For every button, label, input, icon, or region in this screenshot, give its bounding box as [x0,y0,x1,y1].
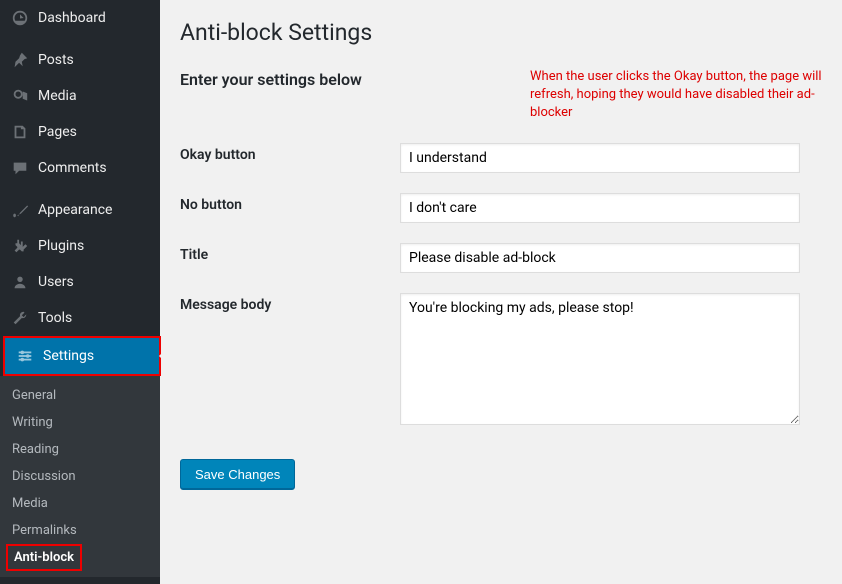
comments-icon [10,158,30,178]
page-content: Anti-block Settings Enter your settings … [160,0,842,584]
sidebar-item-media[interactable]: Media [0,78,160,114]
submenu-item-media[interactable]: Media [0,490,160,517]
sidebar-item-tools[interactable]: Tools [0,300,160,336]
pin-icon [10,50,30,70]
sidebar-item-pages[interactable]: Pages [0,114,160,150]
sidebar-item-comments[interactable]: Comments [0,150,160,186]
help-note: When the user clicks the Okay button, th… [530,68,822,123]
save-changes-button[interactable]: Save Changes [180,459,295,490]
media-icon [10,86,30,106]
sidebar-label: Media [38,88,77,104]
title-input[interactable] [400,243,800,273]
message-body-label: Message body [180,293,400,313]
sidebar-item-posts[interactable]: Posts [0,42,160,78]
page-subtitle: Enter your settings below [180,70,530,89]
page-title: Anti-block Settings [180,10,822,50]
title-field-label: Title [180,243,400,263]
sidebar-label: Plugins [38,238,84,254]
sidebar-item-dashboard[interactable]: Dashboard [0,0,160,36]
sidebar-label: Posts [38,52,74,68]
sidebar-item-appearance[interactable]: Appearance [0,192,160,228]
admin-sidebar: Dashboard Posts Media Pages Comments App… [0,0,160,584]
pages-icon [10,122,30,142]
sidebar-label: Dashboard [38,10,106,26]
settings-submenu: General Writing Reading Discussion Media… [0,376,160,577]
okay-button-label: Okay button [180,143,400,163]
submenu-item-reading[interactable]: Reading [0,436,160,463]
plugin-icon [10,236,30,256]
okay-button-input[interactable] [400,143,800,173]
brush-icon [10,200,30,220]
sidebar-item-plugins[interactable]: Plugins [0,228,160,264]
dashboard-icon [10,8,30,28]
submenu-item-writing[interactable]: Writing [0,409,160,436]
submenu-item-permalinks[interactable]: Permalinks [0,517,160,544]
wrench-icon [10,308,30,328]
message-body-textarea[interactable] [400,293,800,425]
submenu-item-general[interactable]: General [0,382,160,409]
sidebar-label: Tools [38,310,72,326]
sidebar-label: Settings [43,348,94,364]
user-icon [10,272,30,292]
submenu-item-antiblock[interactable]: Anti-block [8,546,80,569]
sidebar-label: Comments [38,160,107,176]
sidebar-item-users[interactable]: Users [0,264,160,300]
no-button-input[interactable] [400,193,800,223]
sidebar-label: Pages [38,124,77,140]
sidebar-item-settings[interactable]: Settings [5,338,159,374]
settings-icon [15,346,35,366]
no-button-label: No button [180,193,400,213]
sidebar-label: Appearance [38,202,112,218]
submenu-item-discussion[interactable]: Discussion [0,463,160,490]
sidebar-label: Users [38,274,74,290]
